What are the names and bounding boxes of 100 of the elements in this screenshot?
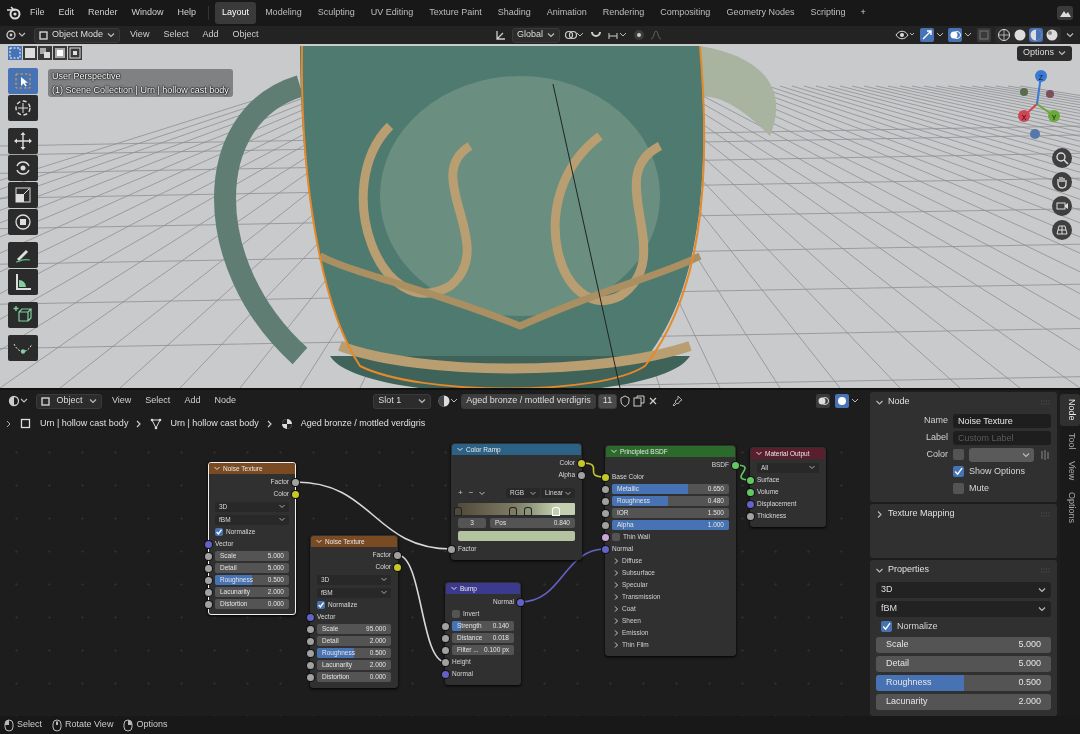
proportional-edit-icon[interactable] <box>631 29 646 41</box>
camera-icon[interactable] <box>1052 196 1072 216</box>
menu-item[interactable]: Select <box>159 28 193 42</box>
editor-type-icon[interactable] <box>8 395 30 407</box>
socket[interactable] <box>307 661 314 669</box>
checkbox[interactable] <box>881 621 892 632</box>
socket[interactable] <box>442 658 449 666</box>
wireframe-shading-icon[interactable] <box>997 28 1012 42</box>
socket[interactable] <box>442 622 449 630</box>
menu-item[interactable]: Window <box>125 4 170 22</box>
checkbox[interactable] <box>953 483 964 494</box>
checkbox[interactable] <box>953 449 964 460</box>
text-field[interactable]: Noise Texture <box>953 413 1051 428</box>
checkbox[interactable] <box>215 528 223 536</box>
menu-item[interactable]: Add <box>180 394 205 408</box>
menu-item[interactable]: Render <box>82 4 124 22</box>
socket[interactable] <box>292 490 299 498</box>
socket[interactable] <box>442 634 449 642</box>
material-name-field[interactable]: Aged bronze / mottled verdigris <box>461 393 596 409</box>
rendered-shading-icon[interactable] <box>1045 28 1060 42</box>
socket[interactable] <box>602 485 609 493</box>
workspace-tab[interactable]: Layout <box>215 2 257 24</box>
user-count[interactable]: 11 <box>597 393 618 409</box>
select-tool-button[interactable] <box>8 68 38 94</box>
socket[interactable] <box>448 545 455 553</box>
overlay-toggle-icon[interactable] <box>816 394 831 408</box>
socket[interactable] <box>307 637 314 645</box>
snap-toggle-icon[interactable] <box>835 394 859 408</box>
shader-type-dropdown[interactable]: Object <box>36 393 102 409</box>
grid-view-icon[interactable] <box>1052 220 1072 240</box>
chevron-icon[interactable] <box>1066 32 1074 38</box>
chevron-icon[interactable] <box>479 490 486 496</box>
orientation-icon[interactable] <box>495 29 508 41</box>
socket[interactable] <box>205 600 212 608</box>
rotate-tool-button[interactable] <box>8 155 38 181</box>
workspace-tab[interactable]: Sculpting <box>310 2 362 24</box>
collapse-icon[interactable] <box>316 539 322 544</box>
chevron-icon[interactable] <box>876 398 883 406</box>
axis-handle[interactable] <box>1030 129 1040 139</box>
scale-tool-button[interactable] <box>8 182 38 208</box>
menu-item[interactable]: File <box>24 4 51 22</box>
value-slider[interactable]: Roughness 0.500 <box>876 674 1051 691</box>
workspace-tab[interactable]: Animation <box>539 2 594 24</box>
menu-item[interactable]: Edit <box>52 4 81 22</box>
annotate-tool-button[interactable] <box>8 242 38 268</box>
measure-tool-button[interactable] <box>8 269 38 295</box>
selection-mode-icon[interactable] <box>53 46 67 60</box>
socket[interactable] <box>732 461 739 469</box>
menu-item[interactable]: View <box>126 28 154 42</box>
panel-title[interactable]: Properties <box>888 563 930 577</box>
sidebar-tab[interactable]: Node <box>1060 394 1080 426</box>
workspace-tab[interactable]: Shading <box>490 2 538 24</box>
sidebar-tab[interactable]: Options <box>1060 487 1080 529</box>
curve-tool-button[interactable] <box>8 335 38 361</box>
add-cube-tool-button[interactable] <box>8 302 38 328</box>
color-field[interactable] <box>969 447 1034 462</box>
material-sphere-icon[interactable] <box>437 394 460 408</box>
socket[interactable] <box>307 649 314 657</box>
collapse-icon[interactable] <box>756 451 762 456</box>
socket[interactable] <box>578 459 585 467</box>
socket[interactable] <box>602 509 609 517</box>
zoom-icon[interactable] <box>1052 148 1072 168</box>
selection-mode-icon[interactable] <box>23 46 37 60</box>
sidebar-tab[interactable]: View <box>1060 456 1080 486</box>
mode-dropdown[interactable]: Object Mode <box>34 27 121 43</box>
add-workspace-button[interactable]: + <box>854 4 872 22</box>
workspace-tab[interactable]: Texture Paint <box>422 2 489 24</box>
panel-title[interactable]: Texture Mapping <box>888 507 955 521</box>
axis-handle[interactable] <box>1018 103 1038 122</box>
axis-handle[interactable] <box>1036 103 1060 122</box>
editor-type-icon[interactable] <box>6 29 28 41</box>
axis-handle[interactable] <box>1020 88 1028 96</box>
socket[interactable] <box>602 497 609 505</box>
socket[interactable] <box>602 521 609 529</box>
socket[interactable] <box>442 646 449 654</box>
menu-item[interactable]: Object <box>228 28 263 42</box>
ramp-tool-button[interactable]: + <box>458 487 463 499</box>
ramp-stop[interactable] <box>525 508 532 515</box>
workspace-tab[interactable]: Geometry Nodes <box>719 2 802 24</box>
socket[interactable] <box>394 551 401 559</box>
cursor-tool-button[interactable] <box>8 95 38 121</box>
socket[interactable] <box>205 564 212 572</box>
socket[interactable] <box>602 473 609 481</box>
transform-tool-button[interactable] <box>8 209 38 235</box>
menu-item[interactable]: Select <box>141 394 175 408</box>
socket[interactable] <box>578 471 585 479</box>
menu-item[interactable]: Node <box>210 394 240 408</box>
socket[interactable] <box>292 478 299 486</box>
socket[interactable] <box>205 576 212 584</box>
workspace-tab[interactable]: Scripting <box>803 2 853 24</box>
duplicate-icon[interactable] <box>633 395 646 407</box>
socket[interactable] <box>747 512 754 520</box>
collapse-icon[interactable] <box>451 586 457 591</box>
menu-item[interactable]: Help <box>171 4 203 22</box>
color-swatch[interactable] <box>458 531 575 541</box>
workspace-tab[interactable]: Rendering <box>595 2 652 24</box>
workspace-tab[interactable]: UV Editing <box>363 2 421 24</box>
selection-mode-icon[interactable] <box>38 46 52 60</box>
number-field[interactable]: Detail 5.000 <box>876 655 1051 672</box>
logo-icon[interactable] <box>6 6 22 20</box>
